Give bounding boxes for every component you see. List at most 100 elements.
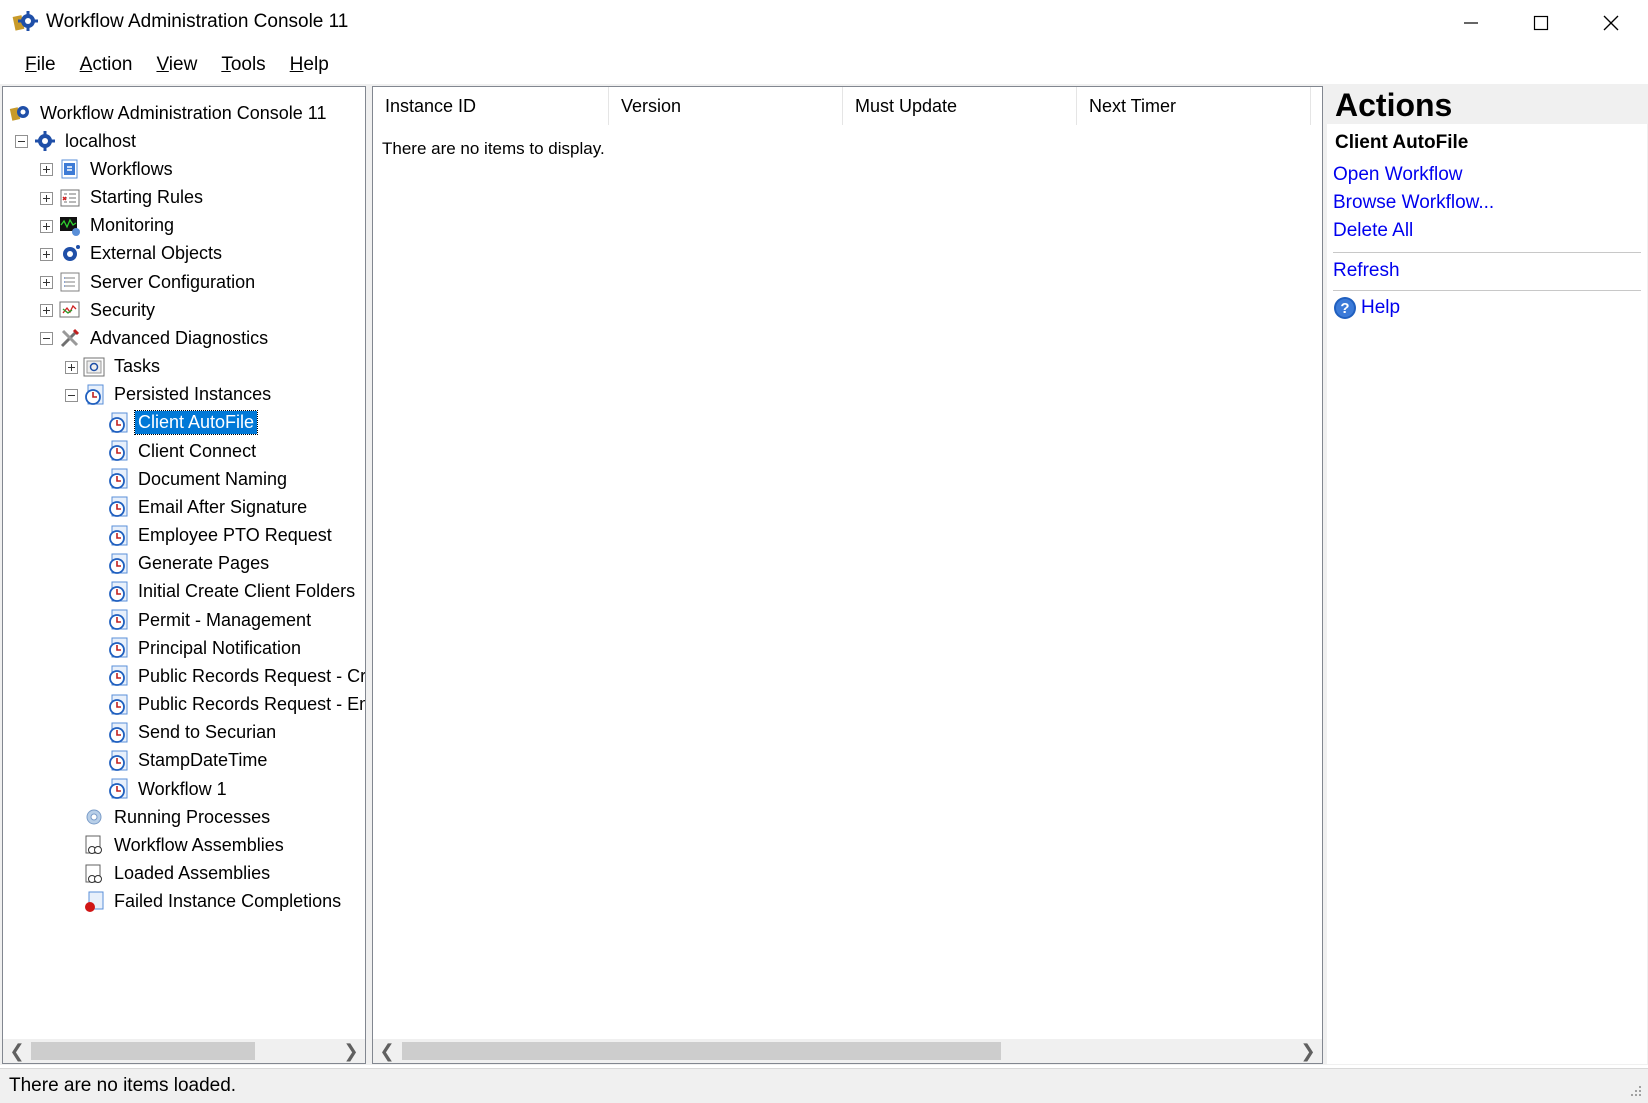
expand-plus-icon[interactable]	[40, 304, 53, 318]
clock-doc-icon	[109, 525, 128, 546]
help-link-label: Help	[1361, 297, 1401, 318]
column-header-instance-id[interactable]: Instance ID	[373, 87, 609, 125]
menu-action[interactable]: Action	[71, 50, 142, 80]
tree-item-persisted-instances[interactable]: Persisted Instances	[65, 381, 274, 409]
clock-doc-icon	[109, 440, 128, 461]
actions-title: Actions	[1327, 86, 1647, 124]
tree-item-label: Security	[90, 299, 156, 320]
tree-item-advanced-diagnostics[interactable]: Advanced Diagnostics	[40, 324, 271, 352]
clock-doc-icon	[109, 468, 128, 490]
tree-item-client-connect[interactable]: Client Connect	[107, 437, 259, 465]
tree-item-permit-management[interactable]: Permit - Management	[107, 606, 314, 634]
scroll-left-arrow-icon[interactable]: ❮	[5, 1039, 29, 1063]
tree-item-workflow-assemblies[interactable]: Workflow Assemblies	[83, 831, 287, 859]
help-link[interactable]: ? Help	[1333, 296, 1400, 320]
column-header-must-update[interactable]: Must Update	[843, 87, 1077, 125]
tree-item-monitoring[interactable]: Monitoring	[40, 212, 177, 240]
collapse-minus-icon[interactable]	[65, 388, 78, 402]
tools-icon	[60, 329, 80, 348]
gear-icon	[86, 809, 102, 825]
collapse-minus-icon[interactable]	[15, 135, 28, 149]
scroll-right-arrow-icon[interactable]: ❯	[1296, 1039, 1320, 1063]
svg-text:?: ?	[1340, 300, 1349, 317]
tree-item-workflow-administration-console-11[interactable]: Workflow Administration Console 11	[9, 99, 329, 127]
open-workflow-link[interactable]: Open Workflow	[1333, 164, 1463, 186]
tree-item-principal-notification[interactable]: Principal Notification	[107, 634, 304, 662]
collapse-minus-icon[interactable]	[40, 332, 53, 346]
scrollbar-thumb[interactable]	[402, 1042, 1001, 1060]
tree-item-public-records-request-ema[interactable]: Public Records Request - Ema	[107, 691, 365, 719]
actions-section-title: Client AutoFile	[1335, 132, 1469, 153]
tree-item-failed-instance-completions[interactable]: Failed Instance Completions	[83, 888, 344, 916]
tree-item-stampdatetime[interactable]: StampDateTime	[107, 747, 270, 775]
tree-item-loaded-assemblies[interactable]: Loaded Assemblies	[83, 860, 273, 888]
external-objects-icon	[63, 244, 80, 261]
clock-doc-icon	[109, 778, 128, 799]
tree-item-label: Send to Securian	[138, 722, 277, 743]
actions-divider	[1333, 290, 1641, 291]
expand-plus-icon[interactable]	[65, 360, 78, 374]
maximize-button[interactable]	[1506, 0, 1576, 46]
tree-item-employee-pto-request[interactable]: Employee PTO Request	[107, 522, 335, 550]
tree-item-label: Persisted Instances	[114, 384, 272, 405]
menu-file[interactable]: File	[16, 50, 65, 80]
expand-plus-icon[interactable]	[40, 163, 53, 177]
tree-item-label: Server Configuration	[90, 271, 256, 292]
browse-workflow-link[interactable]: Browse Workflow...	[1333, 192, 1494, 214]
empty-list-message: There are no items to display.	[382, 139, 605, 158]
tree-item-workflow-1[interactable]: Workflow 1	[107, 775, 230, 803]
menu-view[interactable]: View	[147, 50, 206, 80]
tree-item-running-processes[interactable]: Running Processes	[83, 803, 273, 831]
tree-item-label: Generate Pages	[138, 553, 270, 574]
tree-item-external-objects[interactable]: External Objects	[40, 240, 225, 268]
refresh-link[interactable]: Refresh	[1333, 260, 1400, 282]
tree-item-tasks[interactable]: Tasks	[65, 353, 163, 381]
list-horizontal-scrollbar[interactable]: ❮ ❯	[373, 1039, 1322, 1063]
tree-item-label: External Objects	[90, 243, 223, 264]
tree-item-label: Public Records Request - Crea	[138, 665, 366, 686]
column-header-next-timer[interactable]: Next Timer	[1077, 87, 1311, 125]
assembly-icon	[85, 864, 102, 883]
tree-item-label: Workflow 1	[138, 778, 227, 799]
tree-horizontal-scrollbar[interactable]: ❮ ❯	[3, 1039, 365, 1063]
tree-item-email-after-signature[interactable]: Email After Signature	[107, 493, 310, 521]
tree-item-send-to-securian[interactable]: Send to Securian	[107, 719, 279, 747]
expand-plus-icon[interactable]	[40, 219, 53, 233]
tree-item-label: Starting Rules	[90, 187, 204, 207]
instance-list-pane[interactable]: Instance ID Version Must Update Next Tim…	[372, 86, 1323, 1064]
menu-tools[interactable]: Tools	[212, 50, 274, 80]
resize-grip-icon[interactable]	[1628, 1083, 1642, 1097]
tree-item-document-naming[interactable]: Document Naming	[107, 465, 290, 493]
minimize-button[interactable]	[1436, 0, 1506, 46]
column-header-version[interactable]: Version	[609, 87, 843, 125]
tree-item-security[interactable]: Security	[40, 296, 158, 324]
navigation-tree-pane[interactable]: Workflow Administration Console 11 localh…	[2, 86, 366, 1064]
tree-item-label: Tasks	[114, 356, 161, 377]
menu-help[interactable]: Help	[281, 50, 338, 80]
tree-item-workflows[interactable]: Workflows	[40, 155, 176, 183]
tree-item-localhost[interactable]: localhost	[15, 127, 139, 155]
tree-item-initial-create-client-folders[interactable]: Initial Create Client Folders	[107, 578, 358, 606]
tree-item-label: Workflows	[90, 158, 173, 179]
expand-plus-icon[interactable]	[40, 276, 53, 290]
tree-item-server-configuration[interactable]: Server Configuration	[40, 268, 258, 296]
close-button[interactable]	[1576, 0, 1646, 46]
tree-item-public-records-request-crea[interactable]: Public Records Request - Crea	[107, 662, 366, 690]
tree-item-label: Initial Create Client Folders	[138, 581, 356, 602]
expand-plus-icon[interactable]	[40, 247, 53, 261]
tree-item-label: Principal Notification	[138, 637, 302, 658]
server-gear-icon	[35, 131, 55, 152]
window-title: Workflow Administration Console 11	[46, 11, 349, 32]
scroll-left-arrow-icon[interactable]: ❮	[375, 1039, 399, 1063]
clock-doc-icon	[109, 496, 128, 518]
tree-item-starting-rules[interactable]: Starting Rules	[40, 184, 206, 212]
tree-item-label: Client Connect	[138, 440, 257, 461]
failed-icon	[85, 891, 104, 912]
expand-plus-icon[interactable]	[40, 191, 53, 205]
scrollbar-thumb[interactable]	[31, 1042, 255, 1060]
tree-item-client-autofile[interactable]: Client AutoFile	[107, 409, 259, 437]
clock-doc-icon	[109, 722, 128, 743]
delete-all-link[interactable]: Delete All	[1333, 220, 1413, 242]
tree-item-generate-pages[interactable]: Generate Pages	[107, 550, 272, 578]
scroll-right-arrow-icon[interactable]: ❯	[339, 1039, 363, 1063]
